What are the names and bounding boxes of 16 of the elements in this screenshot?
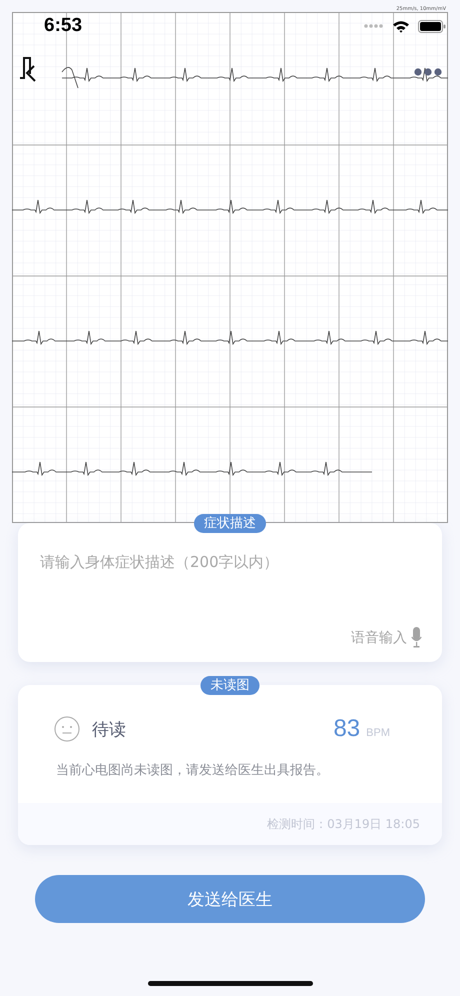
status-time: 6:53 — [44, 15, 82, 37]
section-badge: 症状描述 — [194, 514, 266, 533]
neutral-face-icon — [54, 716, 80, 742]
wifi-icon — [392, 20, 410, 32]
signal-icon — [364, 24, 384, 28]
heart-rate-value: 83 — [333, 715, 360, 743]
more-icon[interactable] — [414, 68, 442, 76]
read-status: 待读 — [92, 718, 127, 740]
send-to-doctor-button[interactable]: 发送给医生 — [35, 875, 425, 923]
measurement-time: 检测时间：03月19日 18:05 — [267, 816, 420, 832]
battery-icon — [418, 20, 446, 32]
microphone-icon — [411, 627, 422, 648]
status-badge: 未读图 — [200, 676, 260, 695]
heart-rate-unit: BPM — [366, 727, 390, 739]
voice-input-button[interactable]: 语音输入 — [351, 627, 422, 648]
status-message: 当前心电图尚未读图，请发送给医生出具报告。 — [56, 762, 330, 779]
